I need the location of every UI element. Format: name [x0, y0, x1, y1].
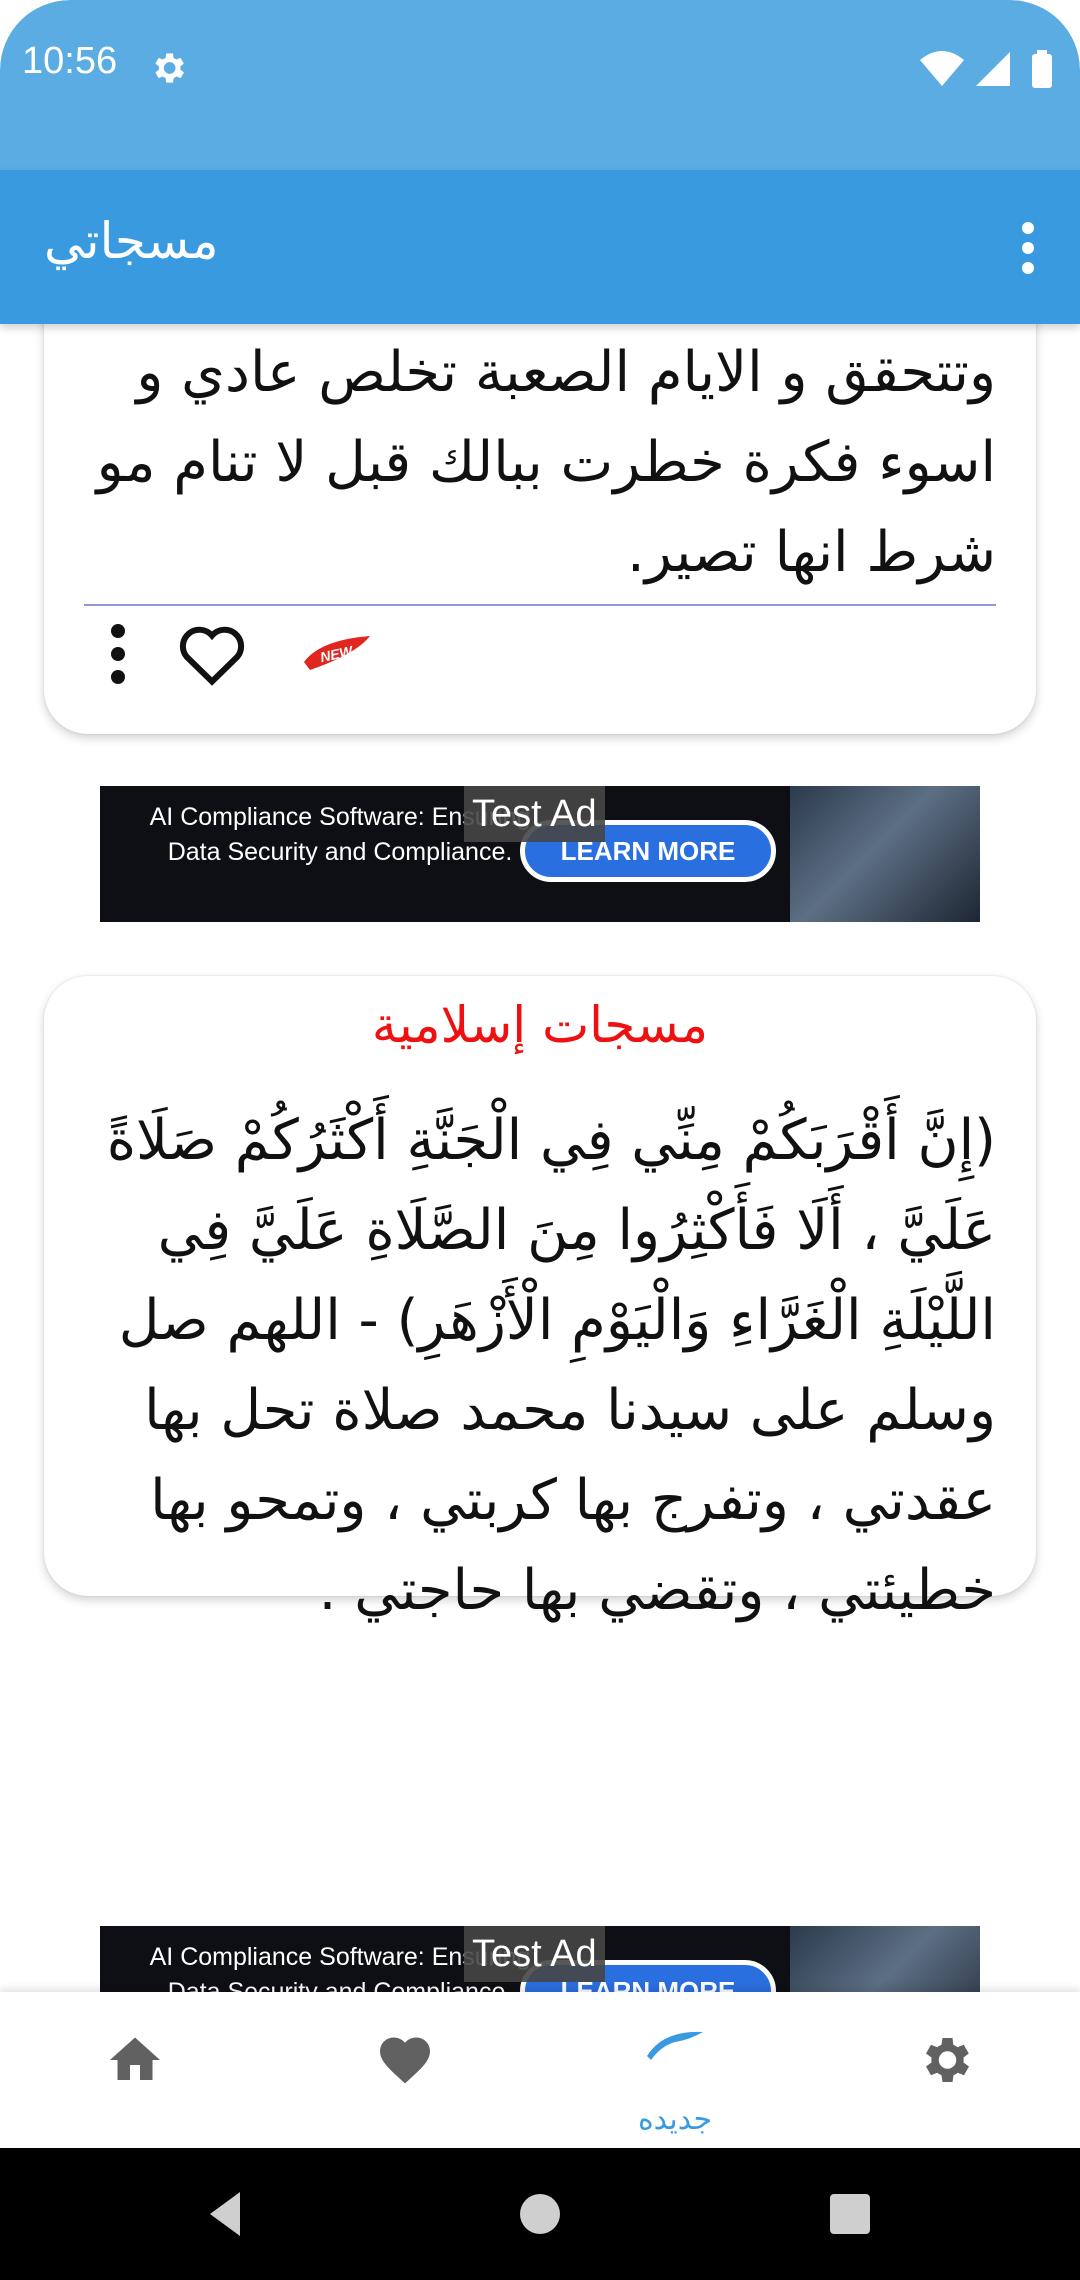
ad-image: [790, 1926, 980, 1992]
battery-icon: [1032, 54, 1052, 88]
favorite-icon: [380, 2037, 430, 2084]
nav-item-home[interactable]: [0, 1992, 270, 2148]
home-circle-icon[interactable]: [510, 2184, 570, 2244]
favorite-border-icon[interactable]: [176, 620, 248, 686]
home-icon: [110, 2037, 160, 2080]
message-feed[interactable]: وتتحقق و الايام الصعبة تخلص عادي و اسوء …: [0, 324, 1080, 1992]
more-vert-icon[interactable]: [1018, 222, 1038, 274]
svg-text:NEW: NEW: [319, 642, 356, 665]
card-actions: NEW: [104, 614, 370, 694]
ad-image: [790, 786, 980, 922]
message-text: وتتحقق و الايام الصعبة تخلص عادي و اسوء …: [96, 340, 996, 585]
recents-icon[interactable]: [820, 2184, 880, 2244]
back-icon[interactable]: [196, 2184, 256, 2244]
status-bar: 10:56: [0, 0, 1080, 170]
app-bar: مسجاتي: [0, 170, 1080, 324]
new-badge-icon: NEW: [304, 636, 370, 670]
test-ad-label: Test Ad: [464, 1926, 605, 1982]
test-ad-label: Test Ad: [464, 786, 605, 842]
nav-item-favorites[interactable]: [270, 1992, 540, 2148]
app-title: مسجاتي: [44, 212, 219, 270]
settings-icon: [926, 2038, 969, 2082]
ad-banner[interactable]: AI Compliance Software: Ensuring Data Se…: [100, 786, 980, 922]
message-card: مسجات إسلامية (إِنَّ أَقْرَبَكُمْ مِنِّي…: [44, 976, 1036, 1623]
more-vert-icon[interactable]: [104, 624, 132, 684]
settings-icon: [155, 53, 184, 83]
message-category: مسجات إسلامية: [371, 996, 709, 1054]
new-feather-icon: [647, 2031, 703, 2060]
nav-label-new: جديده: [637, 2102, 713, 2137]
status-time: 10:56: [22, 40, 118, 82]
card-divider: [84, 604, 996, 606]
nav-item-new[interactable]: جديده: [540, 1992, 810, 2148]
status-icons: [920, 50, 1052, 88]
nav-item-settings[interactable]: [810, 1992, 1080, 2148]
phone-screen: 10:56 مسجاتي وتتحقق و الايام الصعبة تخلص…: [0, 0, 1080, 2280]
ad-banner[interactable]: AI Compliance Software: Ensuring Data Se…: [100, 1926, 980, 1992]
message-card: وتتحقق و الايام الصعبة تخلص عادي و اسوء …: [44, 324, 1036, 734]
wifi-icon: [920, 51, 964, 86]
message-text: (إِنَّ أَقْرَبَكُمْ مِنِّي فِي الْجَنَّة…: [106, 1108, 996, 1623]
system-navigation-bar: [0, 2148, 1080, 2280]
signal-icon: [976, 52, 1010, 86]
bottom-navigation: جديده: [0, 1992, 1080, 2148]
